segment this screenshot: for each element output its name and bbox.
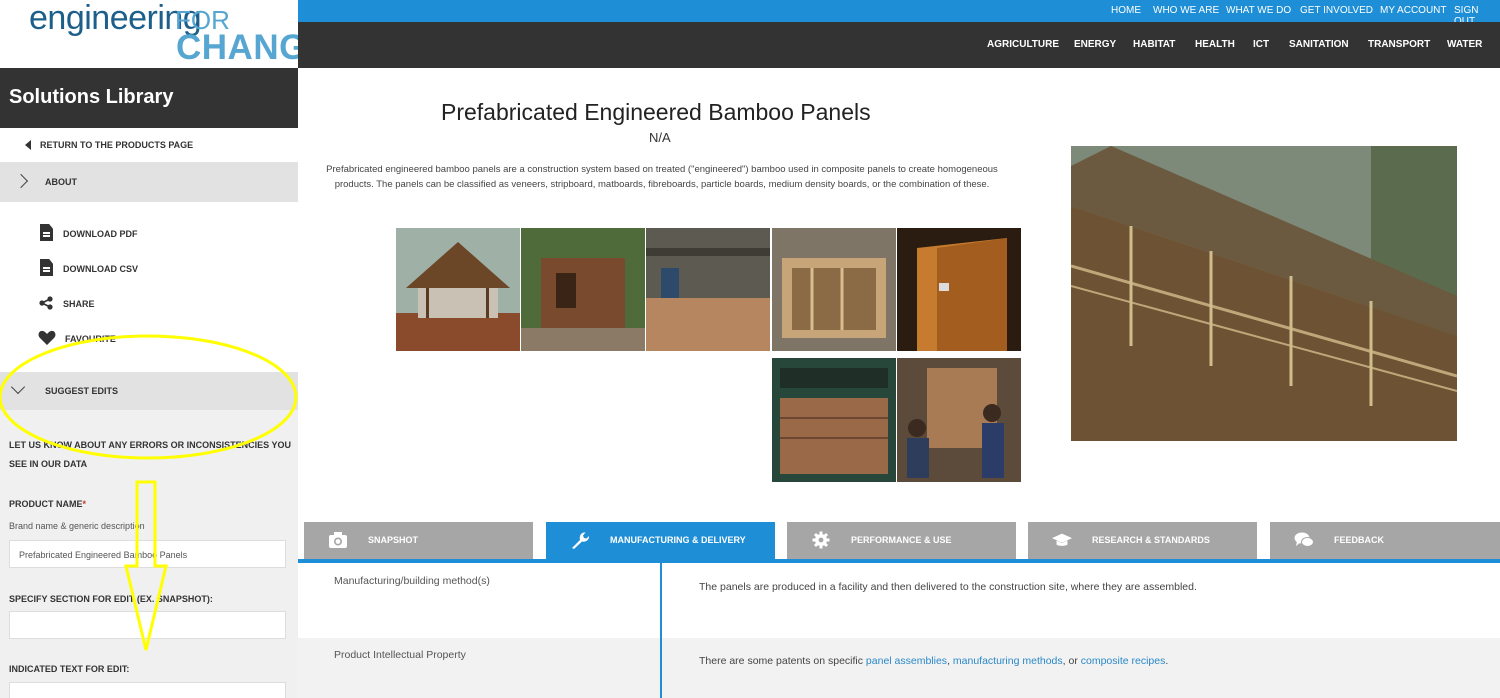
category-nav: AGRICULTURE ENERGY HABITAT HEALTH ICT SA… — [298, 22, 1500, 68]
section-edit-field[interactable] — [9, 611, 286, 639]
gallery-thumbnail[interactable] — [772, 358, 896, 482]
row-value: There are some patents on specific panel… — [699, 655, 1169, 667]
about-toggle[interactable]: ABOUT — [0, 162, 298, 202]
site-logo[interactable]: engineering FOR CHANGE — [0, 0, 330, 68]
tab-manufacturing-label: MANUFACTURING & DELIVERY — [610, 535, 746, 545]
tab-performance-label: PERFORMANCE & USE — [851, 535, 952, 545]
panel-assemblies-link[interactable]: panel assemblies — [866, 655, 947, 667]
graduation-cap-icon — [1052, 533, 1072, 546]
top-nav: HOME WHO WE ARE WHAT WE DO GET INVOLVED … — [298, 0, 1500, 27]
row-key: Product Intellectual Property — [334, 649, 466, 661]
row-value: The panels are produced in a facility an… — [699, 581, 1197, 593]
document-icon — [40, 224, 53, 241]
tab-feedback-label: FEEDBACK — [1334, 535, 1385, 545]
chevron-down-icon — [10, 379, 26, 395]
product-name-field[interactable]: Prefabricated Engineered Bamboo Panels — [9, 540, 286, 568]
return-label: RETURN TO THE PRODUCTS PAGE — [40, 140, 194, 150]
form-note: LET US KNOW ABOUT ANY ERRORS OR INCONSIS… — [9, 440, 292, 469]
download-csv-button[interactable]: DOWNLOAD CSV — [0, 253, 298, 283]
heart-icon — [38, 330, 56, 345]
cat-transport[interactable]: TRANSPORT — [1368, 39, 1430, 50]
sidebar-actions: DOWNLOAD PDF DOWNLOAD CSV SHARE FAVOURIT… — [0, 202, 298, 372]
cat-sanitation[interactable]: SANITATION — [1289, 39, 1349, 50]
nav-home[interactable]: HOME — [1111, 5, 1141, 16]
about-label: ABOUT — [45, 177, 77, 187]
cat-ict[interactable]: ICT — [1253, 39, 1269, 50]
share-label: SHARE — [63, 299, 95, 309]
tab-research-label: RESEARCH & STANDARDS — [1092, 535, 1210, 545]
nav-my-account[interactable]: MY ACCOUNT — [1380, 5, 1447, 16]
tab-research-standards[interactable]: RESEARCH & STANDARDS — [1028, 522, 1257, 559]
download-pdf-button[interactable]: DOWNLOAD PDF — [0, 218, 298, 248]
tab-snapshot[interactable]: SNAPSHOT — [304, 522, 533, 559]
cat-energy[interactable]: ENERGY — [1074, 39, 1116, 50]
cat-water[interactable]: WATER — [1447, 39, 1482, 50]
gallery-thumbnail[interactable] — [897, 358, 1021, 482]
download-pdf-label: DOWNLOAD PDF — [63, 229, 138, 239]
gallery-thumbnail[interactable] — [396, 228, 520, 351]
page: { "logo": { "line1": "engineering", "lin… — [0, 0, 1500, 698]
section-edit-label: SPECIFY SECTION FOR EDIT (EX. SNAPSHOT): — [9, 594, 213, 604]
back-arrow-icon — [25, 140, 31, 150]
chat-bubbles-icon — [1294, 532, 1314, 547]
cat-habitat[interactable]: HABITAT — [1133, 39, 1175, 50]
row-key: Manufacturing/building method(s) — [334, 575, 490, 587]
sidebar: engineering FOR CHANGE Solutions Library… — [0, 0, 330, 698]
manufacturing-methods-link[interactable]: manufacturing methods — [953, 655, 1063, 667]
tab-snapshot-label: SNAPSHOT — [368, 535, 419, 545]
document-icon — [40, 259, 53, 276]
gallery-thumbnail[interactable] — [646, 228, 770, 351]
gallery-thumbnail[interactable] — [521, 228, 645, 351]
gallery-thumbnail[interactable] — [772, 228, 896, 351]
suggest-edits-form: LET US KNOW ABOUT ANY ERRORS OR INCONSIS… — [0, 410, 298, 698]
column-divider — [660, 563, 662, 698]
product-name-hint: Brand name & generic description — [9, 521, 145, 531]
return-to-products-link[interactable]: RETURN TO THE PRODUCTS PAGE — [0, 128, 298, 162]
nav-who-we-are[interactable]: WHO WE ARE — [1153, 5, 1219, 16]
solutions-library-title: Solutions Library — [0, 68, 298, 128]
share-icon — [39, 296, 53, 310]
favourite-label: FAVOURITE — [65, 334, 116, 344]
text-edit-field[interactable] — [9, 682, 286, 698]
tab-performance-use[interactable]: PERFORMANCE & USE — [787, 522, 1016, 559]
gear-icon — [812, 531, 830, 549]
wrench-icon — [572, 532, 590, 549]
product-subtitle: N/A — [649, 130, 671, 145]
camera-icon — [329, 532, 347, 548]
suggest-edits-toggle[interactable]: SUGGEST EDITS — [0, 372, 298, 410]
suggest-edits-label: SUGGEST EDITS — [45, 386, 119, 396]
product-name-label: PRODUCT NAME* — [9, 499, 87, 509]
hero-image — [1071, 146, 1457, 441]
tab-manufacturing-delivery[interactable]: MANUFACTURING & DELIVERY — [546, 522, 775, 559]
cat-agriculture[interactable]: AGRICULTURE — [987, 39, 1059, 50]
nav-what-we-do[interactable]: WHAT WE DO — [1226, 5, 1291, 16]
favourite-button[interactable]: FAVOURITE — [0, 323, 298, 353]
composite-recipes-link[interactable]: composite recipes — [1081, 655, 1166, 667]
table-row: Product Intellectual Property There are … — [298, 638, 1500, 698]
table-row: Manufacturing/building method(s) The pan… — [298, 563, 1500, 638]
download-csv-label: DOWNLOAD CSV — [63, 264, 138, 274]
product-title: Prefabricated Engineered Bamboo Panels — [441, 99, 871, 125]
tab-feedback[interactable]: FEEDBACK — [1270, 522, 1500, 559]
gallery-thumbnail[interactable] — [897, 228, 1021, 351]
share-button[interactable]: SHARE — [0, 288, 298, 318]
nav-get-involved[interactable]: GET INVOLVED — [1300, 5, 1373, 16]
required-mark: * — [82, 499, 87, 509]
product-description: Prefabricated engineered bamboo panels a… — [326, 164, 998, 190]
text-edit-label: INDICATED TEXT FOR EDIT: — [9, 664, 130, 674]
cat-health[interactable]: HEALTH — [1195, 39, 1235, 50]
details-table: Manufacturing/building method(s) The pan… — [298, 563, 1500, 698]
chevron-right-icon — [13, 173, 29, 189]
